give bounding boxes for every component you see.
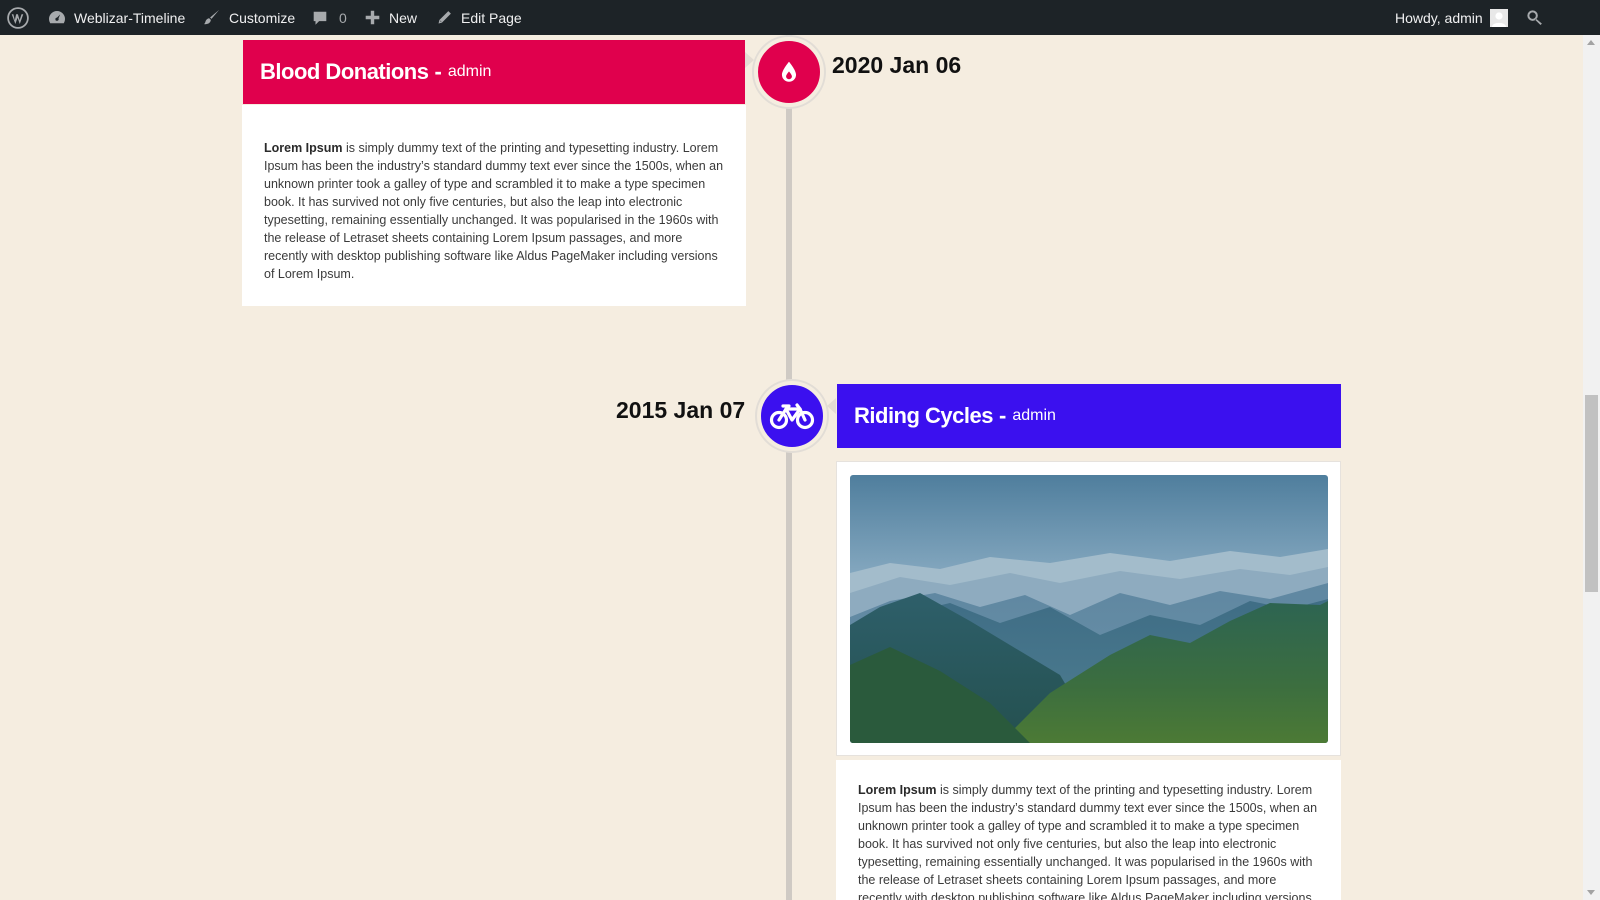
title-separator: - — [434, 59, 442, 84]
timeline-item-media — [836, 461, 1341, 756]
customize-label: Customize — [229, 9, 296, 26]
my-account-menu[interactable]: Howdy, admin — [1395, 0, 1508, 35]
timeline-item-date: 2015 Jan 07 — [616, 397, 746, 423]
timeline-item-title[interactable]: Blood Donations — [260, 59, 429, 85]
wordpress-logo-button[interactable] — [7, 0, 33, 35]
timeline-item-body: Lorem Ipsum is simply dummy text of the … — [836, 760, 1341, 900]
timeline-item-date: 2020 Jan 06 — [832, 52, 962, 78]
timeline-item-author[interactable]: admin — [1012, 407, 1056, 425]
scrollbar-thumb[interactable] — [1585, 395, 1598, 592]
customize-button[interactable]: Customize — [202, 0, 295, 35]
edit-page-label: Edit Page — [461, 9, 522, 26]
body-text: is simply dummy text of the printing and… — [264, 141, 724, 281]
timeline-item-title[interactable]: Riding Cycles — [854, 403, 993, 429]
site-name-menu[interactable]: Weblizar-Timeline — [47, 0, 185, 35]
user-avatar-icon — [1491, 11, 1506, 27]
body-text: is simply dummy text of the printing and… — [858, 783, 1318, 900]
site-name-label: Weblizar-Timeline — [74, 9, 186, 26]
pencil-icon — [438, 11, 451, 24]
scroll-up-arrow-icon[interactable] — [1587, 40, 1595, 45]
new-content-button[interactable]: New — [364, 0, 417, 35]
search-icon — [1527, 10, 1542, 26]
mountain-landscape-image — [850, 475, 1328, 743]
plus-icon — [365, 10, 380, 25]
timeline-item-author[interactable]: admin — [448, 63, 492, 81]
body-bold-text: Lorem Ipsum — [264, 141, 343, 155]
timeline-marker — [754, 37, 824, 107]
comments-button[interactable]: 0 — [311, 0, 347, 35]
timeline-item-header[interactable]: Riding Cycles - admin — [837, 384, 1341, 448]
card-pointer — [827, 398, 836, 414]
comment-icon — [313, 11, 327, 25]
blood-drop-icon — [781, 61, 797, 82]
scroll-down-arrow-icon[interactable] — [1587, 890, 1595, 895]
title-separator: - — [998, 403, 1007, 428]
admin-bar: Weblizar-Timeline Customize 0 New Edit P… — [0, 0, 1600, 35]
card-pointer — [745, 52, 754, 68]
timeline-item-header[interactable]: Blood Donations - admin — [243, 40, 745, 104]
avatar — [1489, 8, 1508, 27]
body-bold-text: Lorem Ipsum — [858, 783, 937, 797]
timeline-item-body: Lorem Ipsum is simply dummy text of the … — [242, 105, 746, 306]
edit-page-button[interactable]: Edit Page — [436, 0, 522, 35]
new-label: New — [389, 9, 418, 26]
dashboard-icon — [48, 10, 66, 23]
timeline-line — [786, 35, 792, 900]
page-scrollbar[interactable] — [1583, 35, 1600, 900]
bicycle-icon — [769, 403, 815, 430]
wordpress-icon — [7, 6, 29, 29]
howdy-label: Howdy, admin — [1395, 9, 1483, 26]
comments-count: 0 — [339, 9, 347, 26]
search-button[interactable] — [1525, 0, 1544, 35]
timeline-marker — [757, 381, 827, 451]
paintbrush-icon — [203, 9, 220, 25]
